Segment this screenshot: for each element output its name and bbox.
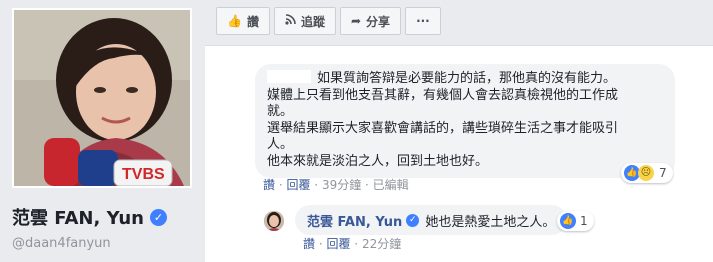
share-icon: ➦	[350, 14, 362, 28]
like-page-label: 讚	[246, 14, 259, 29]
comment-actions: 讚 · 回覆 · 39分鐘 · 已編輯	[263, 178, 409, 192]
reply-reply-link[interactable]: 回覆	[326, 237, 350, 251]
comments-panel: 如果質詢答辯是必要能力的話，那他真的沒有能力。 媒體上只看到他支吾其辭，有幾個人…	[205, 45, 713, 262]
share-label: 分享	[366, 14, 391, 29]
reply-reactions[interactable]: 👍 1	[557, 211, 594, 231]
follow-button[interactable]: 追蹤	[273, 7, 336, 35]
share-button[interactable]: ➦ 分享	[339, 7, 402, 35]
comment-line: 人。	[267, 137, 294, 152]
comment-bubble: 如果質詢答辯是必要能力的話，那他真的沒有能力。 媒體上只看到他支吾其辭，有幾個人…	[255, 64, 675, 178]
sad-reaction-icon: ☹	[638, 165, 654, 181]
reply-actions: 讚 · 回覆 · 22分鐘	[303, 237, 402, 251]
edited-label[interactable]: 已編輯	[373, 178, 409, 192]
like-reaction-icon: 👍	[560, 213, 576, 229]
page-action-bar: 👍 讚 追蹤 ➦ 分享 ···	[216, 7, 441, 35]
comment-line: 如果質詢答辯是必要能力的話，那他真的沒有能力。	[267, 70, 663, 88]
verified-icon: ✓	[406, 213, 420, 227]
comment-line: 就。	[267, 104, 294, 119]
reply-reaction-count: 1	[580, 214, 588, 228]
more-icon: ···	[416, 14, 430, 28]
like-page-button[interactable]: 👍 讚	[216, 7, 270, 35]
reply-like-link[interactable]: 讚	[303, 237, 315, 251]
reply-timestamp[interactable]: 22分鐘	[362, 237, 401, 251]
follow-label: 追蹤	[300, 14, 325, 29]
profile-photo-image: TVBS	[14, 10, 190, 186]
profile-handle[interactable]: @daan4fanyun	[12, 236, 111, 251]
comment-line: 媒體上只看到他支吾其辭，有幾個人會去認真檢視他的工作成	[267, 87, 619, 103]
comment-like-link[interactable]: 讚	[263, 178, 275, 192]
reply-bubble: 范雲 FAN, Yun ✓ 她也是熱愛土地之人。	[295, 205, 568, 235]
svg-text:TVBS: TVBS	[122, 166, 165, 183]
verified-icon: ✓	[149, 208, 167, 226]
comment-line: 選舉結果顯示大家喜歡會講話的，講些瑣碎生活之事才能吸引	[267, 120, 619, 136]
reply-avatar[interactable]	[264, 211, 284, 231]
comment-reaction-count: 7	[659, 166, 667, 180]
rss-icon	[285, 14, 296, 28]
profile-name[interactable]: 范雲 FAN, Yun ✓	[12, 204, 167, 230]
profile-photo[interactable]: TVBS	[12, 8, 192, 188]
profile-column: TVBS 范雲 FAN, Yun ✓ @daan4fanyun	[0, 0, 205, 262]
comment-reactions[interactable]: 👍 ☹ 7	[621, 163, 673, 183]
more-options-button[interactable]: ···	[405, 7, 441, 35]
comment-timestamp[interactable]: 39分鐘	[322, 178, 361, 192]
reply-author[interactable]: 范雲 FAN, Yun ✓	[307, 211, 420, 230]
reply-author-name[interactable]: 范雲 FAN, Yun	[307, 211, 402, 230]
redacted-commenter-name	[267, 70, 311, 83]
reply-text: 她也是熱愛土地之人。	[425, 214, 556, 230]
profile-name-text[interactable]: 范雲 FAN, Yun	[12, 204, 144, 230]
comment-reply-link[interactable]: 回覆	[286, 178, 310, 192]
thumbs-up-icon: 👍	[227, 14, 242, 28]
comment-line: 他本來就是淡泊之人，回到土地也好。	[267, 153, 489, 169]
